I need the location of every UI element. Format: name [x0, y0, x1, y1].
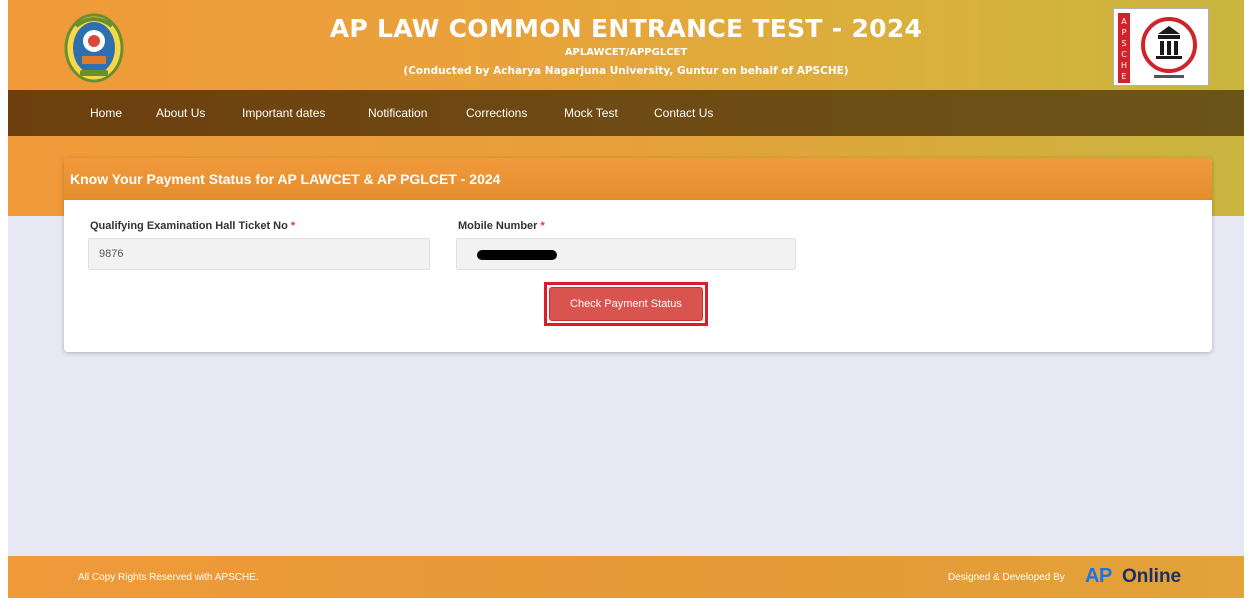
- redaction-mark: [477, 250, 557, 260]
- apsche-logo-icon: A P S C H E: [1113, 8, 1209, 86]
- nav-contact-us[interactable]: Contact Us: [654, 106, 713, 120]
- check-payment-status-button[interactable]: Check Payment Status: [549, 287, 703, 321]
- mobile-number-label: Mobile Number *: [458, 220, 545, 232]
- aponline-logo-ap[interactable]: AP: [1085, 565, 1112, 588]
- nav-notification[interactable]: Notification: [368, 106, 427, 120]
- nav-corrections[interactable]: Corrections: [466, 106, 527, 120]
- copyright-text: All Copy Rights Reserved with APSCHE.: [78, 572, 259, 583]
- svg-text:S: S: [1121, 39, 1126, 48]
- hall-ticket-label: Qualifying Examination Hall Ticket No *: [90, 220, 296, 232]
- designed-by-text: Designed & Developed By: [948, 572, 1065, 583]
- page-title: AP LAW COMMON ENTRANCE TEST - 2024: [329, 14, 923, 43]
- nav-important-dates[interactable]: Important dates: [242, 106, 325, 120]
- page-frame: AP LAW COMMON ENTRANCE TEST - 2024 APLAW…: [8, 0, 1244, 598]
- svg-text:A: A: [1121, 17, 1127, 26]
- payment-status-card: Know Your Payment Status for AP LAWCET &…: [64, 158, 1212, 352]
- site-header: AP LAW COMMON ENTRANCE TEST - 2024 APLAW…: [8, 0, 1244, 90]
- hall-ticket-input[interactable]: 9876: [88, 238, 430, 270]
- svg-text:C: C: [1121, 50, 1127, 59]
- card-header: Know Your Payment Status for AP LAWCET &…: [64, 158, 1212, 200]
- svg-text:E: E: [1121, 72, 1126, 81]
- required-mark: *: [540, 220, 545, 232]
- aponline-logo-online[interactable]: Online: [1122, 566, 1181, 588]
- conducted-by-text: (Conducted by Acharya Nagarjuna Universi…: [403, 65, 849, 77]
- nav-home[interactable]: Home: [90, 106, 122, 120]
- nav-about-us[interactable]: About Us: [156, 106, 205, 120]
- site-footer: All Copy Rights Reserved with APSCHE. De…: [8, 556, 1244, 598]
- main-navigation: Home About Us Important dates Notificati…: [8, 90, 1244, 136]
- svg-text:P: P: [1122, 28, 1127, 37]
- card-title: Know Your Payment Status for AP LAWCET &…: [70, 171, 501, 187]
- svg-text:H: H: [1121, 61, 1127, 70]
- required-mark: *: [290, 220, 296, 232]
- page-subtitle: APLAWCET/APPGLCET: [564, 47, 688, 58]
- nav-mock-test[interactable]: Mock Test: [564, 106, 618, 120]
- mobile-number-input[interactable]: [456, 238, 796, 270]
